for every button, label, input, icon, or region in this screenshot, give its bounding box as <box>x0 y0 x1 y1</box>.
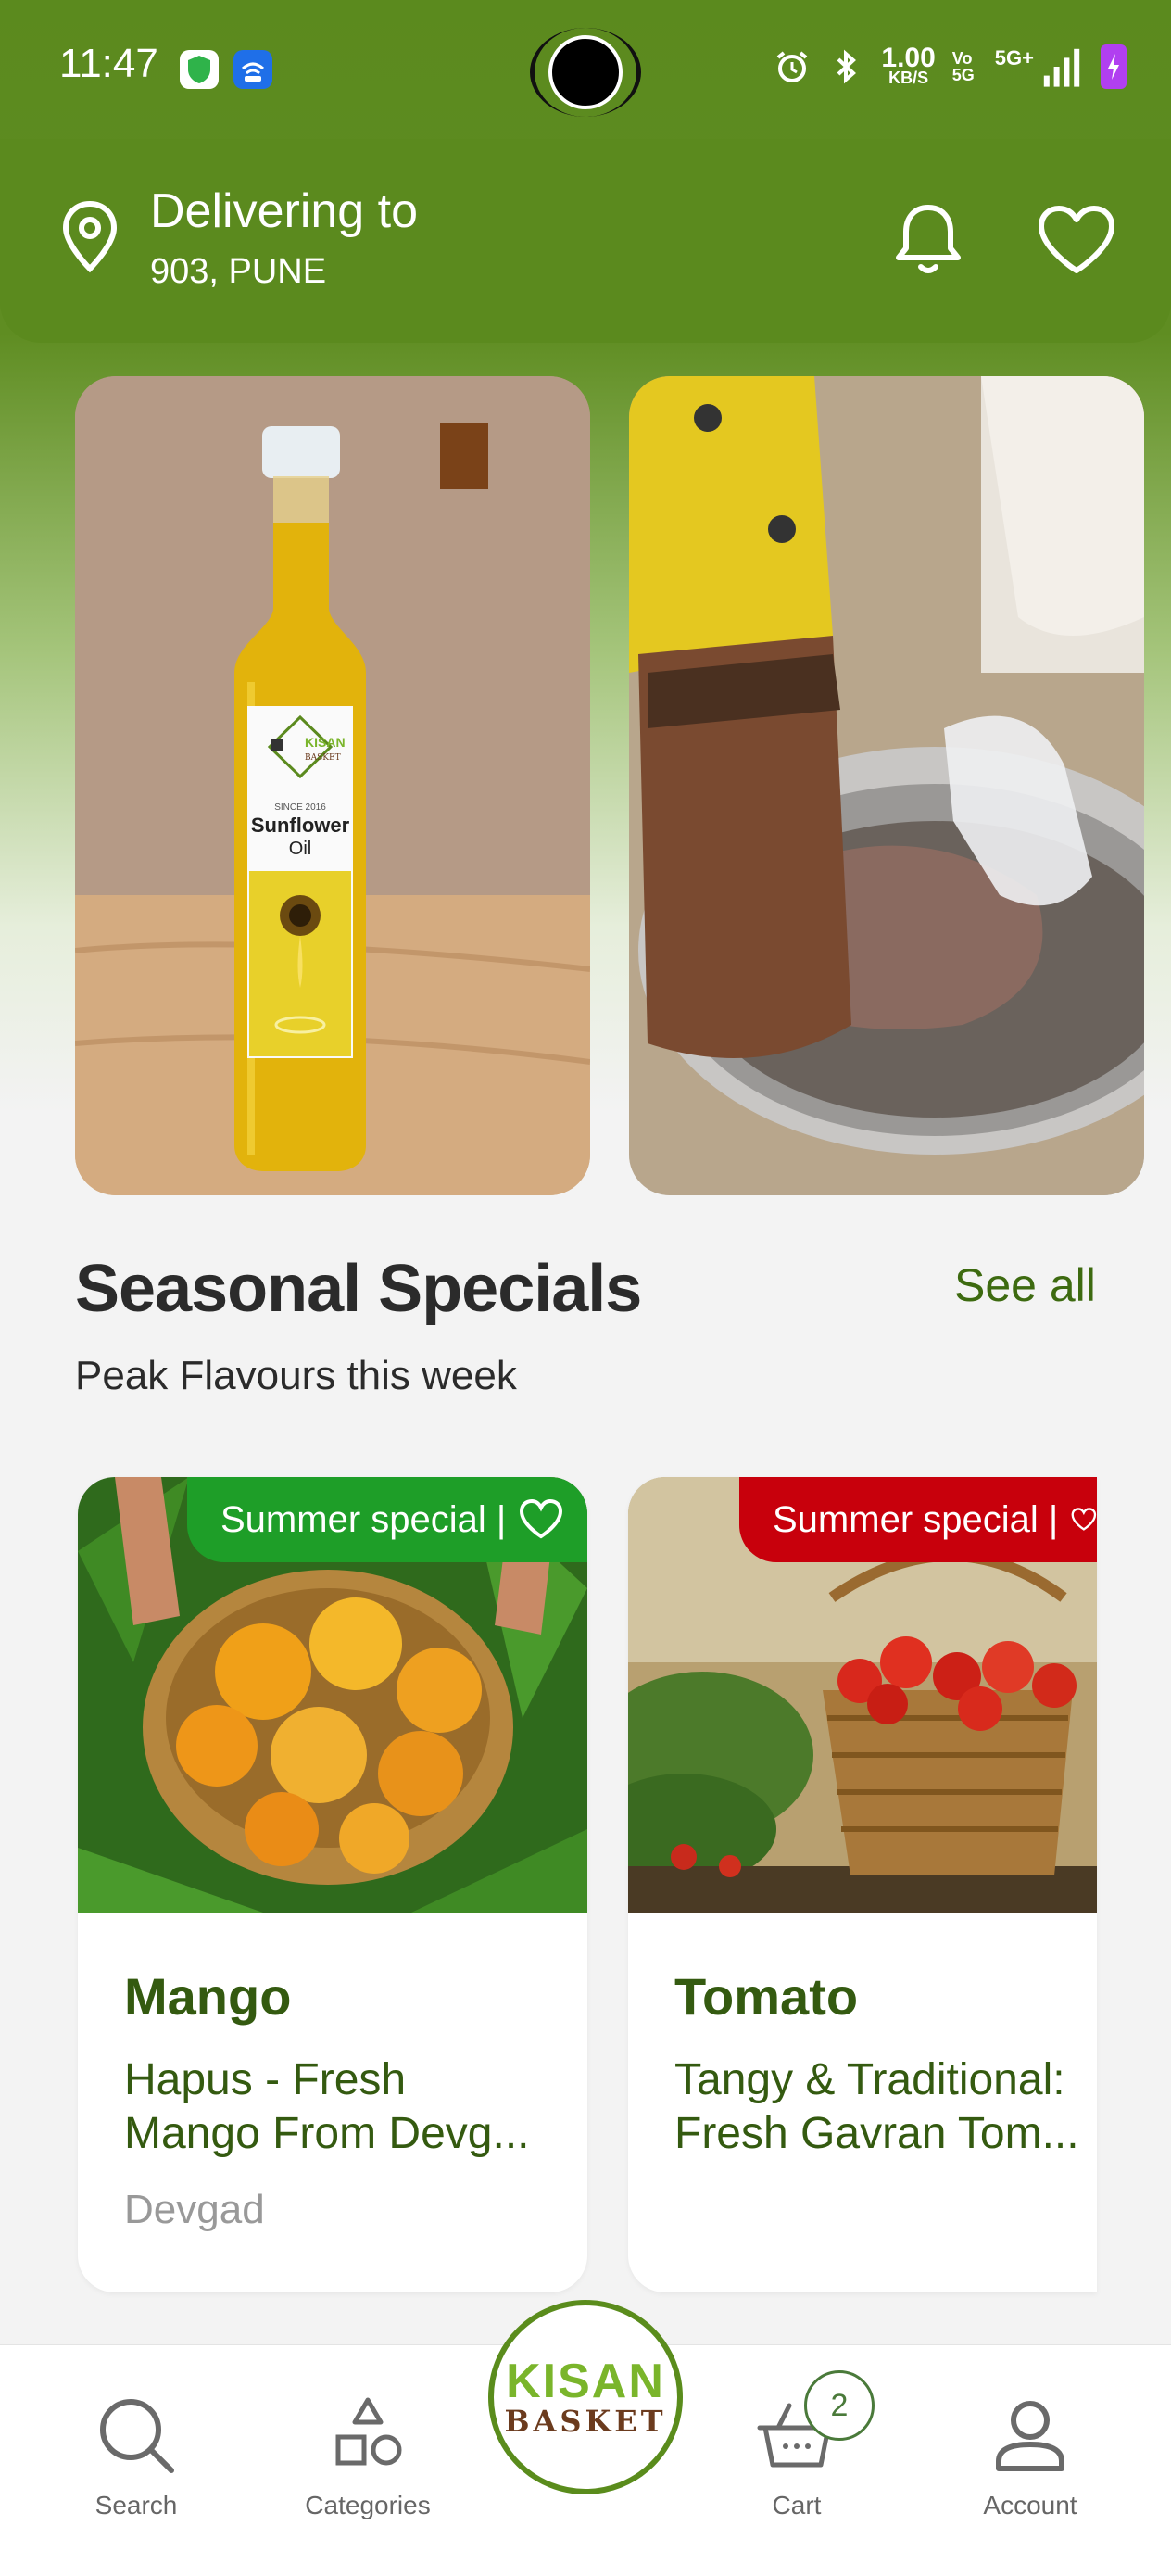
product-name: Tomato <box>674 1967 859 2026</box>
section-title: Seasonal Specials <box>75 1252 642 1326</box>
battery-icon <box>1101 44 1127 89</box>
account-user-icon <box>996 2401 1064 2471</box>
cart-count-badge[interactable]: 2 <box>804 2370 875 2441</box>
network-type: 5G+ <box>994 46 1034 69</box>
product-card-tomato[interactable]: Summer special | Tomato Tangy & Traditio… <box>628 1477 1097 2292</box>
status-bar: 11:47 1.00 KB/S Vo 5G 5G+ <box>0 0 1171 139</box>
categories-shapes-icon <box>335 2397 402 2466</box>
shield-app-icon <box>180 50 219 89</box>
location-pin-icon[interactable] <box>61 200 119 274</box>
search-icon <box>100 2399 174 2473</box>
logo-text-basket: BASKET <box>504 2404 667 2439</box>
bluetooth-icon <box>837 49 857 84</box>
svg-text:BASKET: BASKET <box>305 753 341 763</box>
see-all-link[interactable]: See all <box>954 1258 1096 1312</box>
product-card-mango[interactable]: Summer special | Mango Hapus - Fresh Man… <box>78 1477 587 2292</box>
section-subtitle: Peak Flavours this week <box>75 1353 517 1398</box>
nav-cart-label: Cart <box>772 2491 822 2519</box>
camera-cutout <box>548 35 623 109</box>
logo-text-kisan: KISAN <box>506 2355 665 2408</box>
svg-text:Oil: Oil <box>289 839 311 859</box>
nav-search[interactable]: Search <box>44 2391 229 2520</box>
status-indicators: 1.00 KB/S Vo 5G 5G+ <box>774 44 1127 89</box>
net-speed: 1.00 KB/S <box>881 44 935 87</box>
sunflower-oil-bottle-image: KISAN BASKET SINCE 2016 Sunflower Oil <box>75 376 590 1195</box>
banner-oil-extraction[interactable] <box>629 376 1144 1195</box>
signal-icon <box>1043 48 1080 87</box>
product-description: Hapus - Fresh Mango From Devg... <box>124 2055 530 2158</box>
nav-categories[interactable]: Categories <box>275 2391 460 2520</box>
badge-label: Summer special | <box>220 1498 507 1540</box>
svg-text:Sunflower: Sunflower <box>251 814 350 837</box>
product-description: Tangy & Traditional: Fresh Gavran Tom... <box>674 2055 1079 2158</box>
status-time: 11:47 <box>59 41 158 86</box>
product-origin: Devgad <box>124 2187 265 2232</box>
product-name: Mango <box>124 1967 292 2026</box>
summer-special-badge[interactable]: Summer special | <box>187 1477 587 1562</box>
wishlist-heart-icon[interactable] <box>1036 204 1117 276</box>
wifi-app-icon <box>233 50 272 89</box>
notification-bell-icon[interactable] <box>891 200 965 278</box>
delivering-to-label[interactable]: Delivering to <box>150 183 418 239</box>
wooden-oil-press-image <box>629 376 1144 1195</box>
net-speed-unit: KB/S <box>888 69 929 87</box>
alarm-icon <box>777 51 808 82</box>
svg-text:SINCE 2016: SINCE 2016 <box>274 802 326 813</box>
nav-categories-label: Categories <box>305 2491 431 2519</box>
nav-account[interactable]: Account <box>938 2391 1123 2520</box>
favorite-heart-icon[interactable] <box>519 1499 563 1540</box>
svg-text:KISAN: KISAN <box>305 735 346 750</box>
app-header: Delivering to 903, PUNE <box>0 139 1171 343</box>
banner-sunflower-oil[interactable]: KISAN BASKET SINCE 2016 Sunflower Oil <box>75 376 590 1195</box>
kisan-basket-home-logo[interactable]: KISAN BASKET <box>488 2300 683 2494</box>
favorite-heart-icon[interactable] <box>1071 1499 1097 1540</box>
nav-search-label: Search <box>94 2491 178 2519</box>
volte-indicator: Vo 5G <box>951 49 975 84</box>
nav-account-label: Account <box>983 2491 1077 2519</box>
summer-special-badge[interactable]: Summer special | <box>739 1477 1097 1562</box>
delivery-address[interactable]: 903, PUNE <box>150 252 326 292</box>
badge-label: Summer special | <box>773 1498 1059 1540</box>
